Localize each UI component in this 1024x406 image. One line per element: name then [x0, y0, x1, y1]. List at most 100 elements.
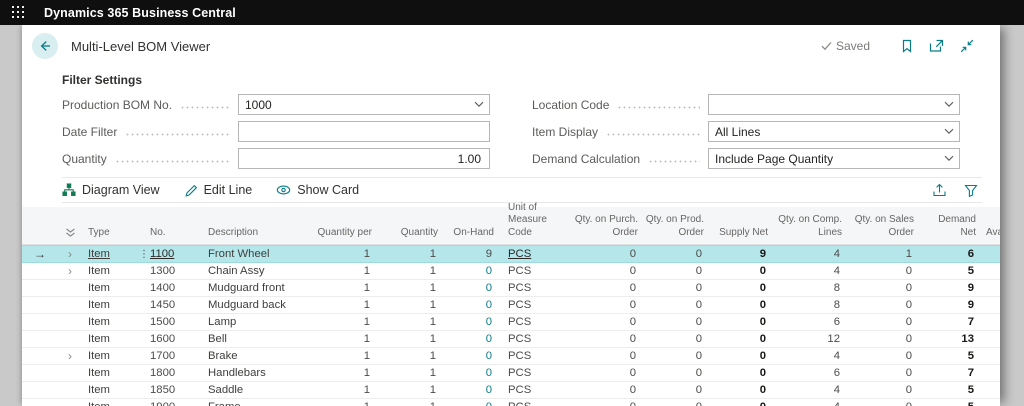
- item-no-link[interactable]: 1900: [150, 401, 175, 406]
- item-display-select[interactable]: [708, 121, 960, 142]
- table-row[interactable]: Item ⋮ 1800 Handlebars 1 1 0 PCS 0 0 0 6…: [22, 365, 1000, 382]
- expand-chevron-icon[interactable]: ›: [58, 265, 82, 277]
- chevron-down-icon[interactable]: [944, 101, 954, 108]
- row-more-options-icon[interactable]: ⋮: [138, 249, 150, 260]
- table-row[interactable]: Item ⋮ 1450 Mudguard back 1 1 0 PCS 0 0 …: [22, 297, 1000, 314]
- cell-description[interactable]: Bell: [198, 333, 314, 345]
- collapse-icon[interactable]: [959, 39, 974, 54]
- cell-uom[interactable]: PCS: [500, 265, 572, 277]
- cell-on-hand[interactable]: 0: [444, 316, 500, 328]
- edit-line-button[interactable]: Edit Line: [184, 183, 253, 197]
- cell-no[interactable]: ⋮ 1500: [138, 316, 198, 328]
- column-header-on-hand[interactable]: On-Hand: [444, 227, 500, 240]
- column-header-qty-sales[interactable]: Qty. on Sales Order: [848, 214, 920, 239]
- column-header-supply-net[interactable]: Supply Net: [710, 227, 774, 240]
- cell-no[interactable]: ⋮ 1800: [138, 367, 198, 379]
- chevron-down-icon[interactable]: [474, 101, 484, 108]
- cell-no[interactable]: ⋮ 1600: [138, 333, 198, 345]
- app-title[interactable]: Dynamics 365 Business Central: [44, 6, 236, 20]
- expand-chevron-icon[interactable]: ›: [58, 350, 82, 362]
- app-launcher-waffle-icon[interactable]: [12, 6, 25, 19]
- item-no-link[interactable]: 1800: [150, 367, 175, 379]
- table-row[interactable]: Item ⋮ 1600 Bell 1 1 0 PCS 0 0 0 12 0 13: [22, 331, 1000, 348]
- cell-on-hand[interactable]: 9: [444, 248, 500, 260]
- cell-description[interactable]: Front Wheel: [198, 248, 314, 260]
- cell-on-hand[interactable]: 0: [444, 333, 500, 345]
- bookmark-icon[interactable]: [899, 39, 914, 54]
- item-no-link[interactable]: 1300: [150, 265, 175, 277]
- cell-uom[interactable]: PCS: [500, 401, 572, 406]
- cell-uom[interactable]: PCS: [500, 299, 572, 311]
- cell-type[interactable]: Item: [82, 333, 138, 345]
- select-all-double-chevron-icon[interactable]: [58, 228, 82, 239]
- cell-no[interactable]: ⋮ 1400: [138, 282, 198, 294]
- column-header-qty-prod[interactable]: Qty. on Prod. Order: [644, 214, 710, 239]
- cell-on-hand[interactable]: 0: [444, 282, 500, 294]
- table-row[interactable]: › Item ⋮ 1700 Brake 1 1 0 PCS 0 0 0 4 0 …: [22, 348, 1000, 365]
- cell-type[interactable]: Item: [82, 282, 138, 294]
- cell-uom[interactable]: PCS: [500, 248, 572, 260]
- cell-description[interactable]: Frame: [198, 401, 314, 406]
- cell-no[interactable]: ⋮ 1850: [138, 384, 198, 396]
- date-filter-input[interactable]: [238, 121, 490, 142]
- production-bom-no-input[interactable]: [238, 94, 490, 115]
- column-header-quantity[interactable]: Quantity: [378, 227, 444, 240]
- share-icon[interactable]: [932, 183, 947, 198]
- cell-type[interactable]: Item: [82, 265, 138, 277]
- cell-type[interactable]: Item: [82, 401, 138, 406]
- cell-no[interactable]: ⋮ 1700: [138, 350, 198, 362]
- column-header-quantity-per[interactable]: Quantity per: [314, 227, 378, 240]
- column-header-uom[interactable]: Unit of Measure Code: [500, 202, 572, 240]
- column-header-demand-net[interactable]: Demand Net: [920, 214, 982, 239]
- column-header-type[interactable]: Type: [82, 227, 138, 240]
- cell-description[interactable]: Lamp: [198, 316, 314, 328]
- cell-uom[interactable]: PCS: [500, 333, 572, 345]
- cell-no[interactable]: ⋮ 1100: [138, 248, 198, 260]
- demand-calculation-select[interactable]: [708, 148, 960, 169]
- item-no-link[interactable]: 1450: [150, 299, 175, 311]
- cell-no[interactable]: ⋮ 1900: [138, 401, 198, 406]
- column-header-qty-comp[interactable]: Qty. on Comp. Lines: [774, 214, 848, 239]
- cell-type[interactable]: Item: [82, 367, 138, 379]
- column-header-available[interactable]: Ava: [982, 227, 1000, 240]
- chevron-down-icon[interactable]: [944, 128, 954, 135]
- expand-chevron-icon[interactable]: ›: [58, 248, 82, 260]
- table-row[interactable]: Item ⋮ 1900 Frame 1 1 0 PCS 0 0 0 4 0 5: [22, 399, 1000, 406]
- column-header-description[interactable]: Description: [198, 227, 314, 240]
- cell-no[interactable]: ⋮ 1300: [138, 265, 198, 277]
- table-row[interactable]: Item ⋮ 1850 Saddle 1 1 0 PCS 0 0 0 4 0 5: [22, 382, 1000, 399]
- cell-description[interactable]: Handlebars: [198, 367, 314, 379]
- item-no-link[interactable]: 1400: [150, 282, 175, 294]
- cell-type[interactable]: Item: [82, 299, 138, 311]
- cell-description[interactable]: Mudguard back: [198, 299, 314, 311]
- column-header-qty-purch[interactable]: Qty. on Purch. Order: [572, 214, 644, 239]
- show-card-button[interactable]: Show Card: [276, 183, 359, 197]
- back-button[interactable]: [32, 33, 58, 59]
- funnel-icon[interactable]: [963, 183, 978, 198]
- diagram-view-button[interactable]: Diagram View: [62, 183, 160, 197]
- cell-on-hand[interactable]: 0: [444, 350, 500, 362]
- cell-type[interactable]: Item: [82, 384, 138, 396]
- chevron-down-icon[interactable]: [944, 155, 954, 162]
- item-no-link[interactable]: 1700: [150, 350, 175, 362]
- location-code-input[interactable]: [708, 94, 960, 115]
- cell-description[interactable]: Chain Assy: [198, 265, 314, 277]
- cell-type[interactable]: Item: [82, 248, 138, 260]
- item-no-link[interactable]: 1850: [150, 384, 175, 396]
- cell-uom[interactable]: PCS: [500, 384, 572, 396]
- table-row[interactable]: → › Item ⋮ 1100 Front Wheel 1 1 9 PCS 0 …: [22, 245, 1000, 263]
- cell-on-hand[interactable]: 0: [444, 401, 500, 406]
- cell-on-hand[interactable]: 0: [444, 367, 500, 379]
- cell-on-hand[interactable]: 0: [444, 299, 500, 311]
- item-no-link[interactable]: 1100: [150, 248, 174, 260]
- cell-type[interactable]: Item: [82, 350, 138, 362]
- cell-uom[interactable]: PCS: [500, 350, 572, 362]
- cell-on-hand[interactable]: 0: [444, 265, 500, 277]
- item-no-link[interactable]: 1500: [150, 316, 175, 328]
- item-no-link[interactable]: 1600: [150, 333, 175, 345]
- cell-type[interactable]: Item: [82, 316, 138, 328]
- open-window-icon[interactable]: [929, 39, 944, 54]
- cell-uom[interactable]: PCS: [500, 316, 572, 328]
- cell-on-hand[interactable]: 0: [444, 384, 500, 396]
- cell-uom[interactable]: PCS: [500, 282, 572, 294]
